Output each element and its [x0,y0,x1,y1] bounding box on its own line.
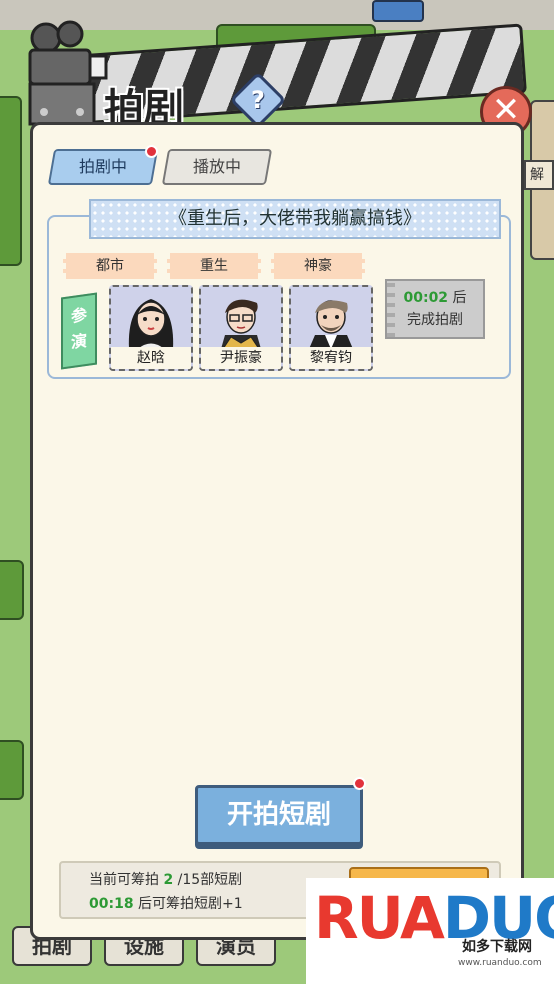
watermark-logo: RUADUO 如多下载网 www.ruanduo.com [306,878,554,984]
quota-count: 2 [163,872,174,888]
quota-time-suffix: 后可筹拍短剧+1 [138,896,243,912]
watermark-url: www.ruanduo.com [458,958,542,968]
tab-filming-label: 拍剧中 [78,157,127,176]
side-building-label: 解 [524,160,554,190]
actor-card[interactable]: 赵晗 [109,285,193,371]
actor-card[interactable]: 尹振豪 [199,285,283,371]
timer-suffix: 后 [452,290,467,306]
drama-title: 《重生后，大佬带我躺赢搞钱》 [89,199,501,239]
tab-playing[interactable]: 播放中 [161,149,273,185]
drama-card[interactable]: 《重生后，大佬带我躺赢搞钱》 都市 重生 神豪 参演 赵晗 尹振豪 黎宥钧 00… [47,199,511,379]
genre-tag: 神豪 [271,253,365,279]
filming-timer: 00:02 后 完成拍剧 [385,279,485,339]
hedge [0,740,24,800]
watermark-cn: 如多下载网 [462,939,532,955]
question-icon: ? [251,86,265,114]
actor-card[interactable]: 黎宥钧 [289,285,373,371]
genre-tag: 重生 [167,253,261,279]
timer-time: 00:02 [403,290,449,306]
quota-prefix: 当前可筹拍 [89,872,159,888]
quota-timer-line: 00:18 后可筹拍短剧+1 [89,893,243,913]
actor-name: 尹振豪 [201,347,281,369]
notification-dot [145,145,158,158]
quota-time: 00:18 [89,896,134,912]
notification-dot [353,777,366,790]
clapperboard-header: 拍剧 ? ✕ [0,8,554,138]
cast-label-text: 参演 [70,304,87,353]
man-glasses-portrait-icon [221,299,261,349]
quota-count-line: 当前可筹拍 2 /15部短剧 [89,869,242,889]
timer-countdown: 00:02 后 [387,287,483,309]
filming-panel: 拍剧中 播放中 《重生后，大佬带我躺赢搞钱》 都市 重生 神豪 参演 赵晗 尹振… [30,122,524,940]
film-camera-icon [28,20,108,126]
actor-name: 赵晗 [111,347,191,369]
hedge [0,560,24,620]
tab-filming[interactable]: 拍剧中 [47,149,159,185]
tab-playing-label: 播放中 [192,157,241,176]
start-filming-button[interactable]: 开拍短剧 [195,785,363,845]
timer-status: 完成拍剧 [407,312,463,328]
actor-name: 黎宥钧 [291,347,371,369]
quota-suffix: /15部短剧 [177,872,243,888]
genre-tag: 都市 [63,253,157,279]
cast-label: 参演 [61,292,97,370]
woman-portrait-icon [128,299,174,349]
man-beard-portrait-icon [309,300,353,349]
